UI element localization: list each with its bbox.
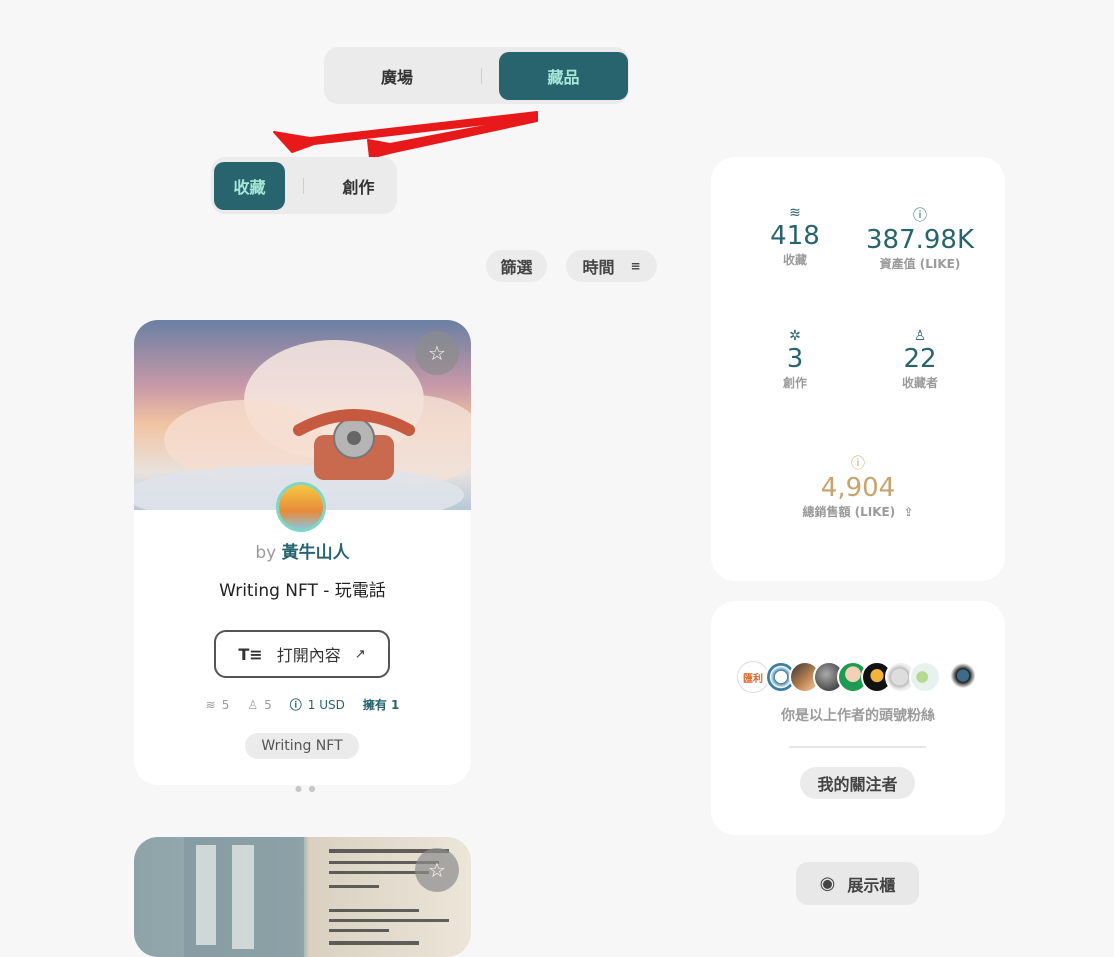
stat-total-sales[interactable]: ⓘ 4,904 總銷售額 (LIKE) ⇪ [778,453,938,520]
stats-panel: ≋ 418 收藏 ⓘ 387.98K 資產值 (LIKE) ✲ 3 創作 ♙ 2… [711,157,1005,581]
filter-button[interactable]: 篩選 [486,250,547,282]
favorite-button-2[interactable]: ☆ [415,848,459,892]
tab-collection[interactable]: 藏品 [499,51,628,100]
sparkle-icon: ✲ [789,328,801,344]
tab-plaza[interactable]: 廣場 [328,52,466,100]
tab-divider [303,177,304,194]
text-document-icon: T≡ [238,644,263,664]
price-icon: ⓘ [289,698,302,712]
avatar [947,661,979,693]
tab-divider [481,67,482,84]
open-content-label: 打開內容 [276,646,341,665]
layers-icon: ≋ [789,205,801,221]
nft-card-2[interactable]: ☆ [134,837,471,957]
total-sales-label-row: 總銷售額 (LIKE) ⇪ [778,503,938,520]
showcase-label: 展示櫃 [847,875,896,895]
main-tab-switcher: 廣場 藏品 [324,47,629,104]
author-line: by 黃牛山人 [134,538,471,563]
external-link-icon: ↗ [354,646,366,662]
layers-icon: ≋ [205,697,216,712]
open-content-button[interactable]: T≡ 打開內容 ↗ [214,630,390,678]
tab-created[interactable]: 創作 [323,162,394,210]
showcase-button[interactable]: ◉ 展示櫃 [796,862,919,905]
person-icon: ♙ [913,328,927,344]
like-coin-icon: ⓘ [851,456,865,472]
created-label: 創作 [782,376,807,390]
avatar [909,661,941,693]
collectors-count: 5 [264,697,272,712]
collections-count: 5 [221,697,230,712]
created-value: 3 [786,344,804,374]
author-name[interactable]: 黃牛山人 [282,543,350,563]
nft-card[interactable]: ☆ by 黃牛山人 Writing NFT - 玩電話 T≡ 打開內容 ↗ ≋ … [134,320,471,785]
nft-stats-row: ≋ 5 ♙ 5 ⓘ 1 USD 擁有 1 [134,696,471,713]
nft-tag[interactable]: Writing NFT [245,733,359,759]
collected-value: 418 [770,221,820,251]
sub-tab-switcher: 收藏 創作 [211,157,397,214]
sort-label: 時間 [582,258,615,277]
star-icon: ☆ [428,858,446,882]
tab-collected[interactable]: 收藏 [214,161,285,210]
price-value: 1 USD [307,697,345,712]
eye-icon: ◉ [819,873,836,894]
asset-value: 387.98K [865,225,975,255]
sort-button[interactable]: 時間 ≡ [566,250,657,282]
export-icon[interactable]: ⇪ [903,505,913,519]
collected-label: 收藏 [782,253,807,267]
nft-title: Writing NFT - 玩電話 [219,581,386,601]
sort-icon: ≡ [630,259,641,273]
my-followers-button[interactable]: 我的關注者 [800,767,915,799]
by-label: by [255,543,277,563]
followers-caption: 你是以上作者的頭號粉絲 [781,708,935,724]
panel-divider [789,746,926,748]
collectors-value: 22 [903,344,937,374]
person-icon: ♙ [247,697,259,712]
avatar-row[interactable]: 匯利 [737,661,987,693]
filter-label: 篩選 [500,258,533,277]
stat-collected[interactable]: ≋ 418 收藏 [751,205,839,268]
author-avatar[interactable] [276,482,326,532]
total-sales-value: 4,904 [820,473,896,503]
carousel-dots: ● ● [295,784,318,793]
stat-asset-value[interactable]: ⓘ 387.98K 資產值 (LIKE) [855,205,985,272]
star-icon: ☆ [428,341,446,365]
followers-panel: 匯利 你是以上作者的頭號粉絲 我的關注者 [711,601,1005,835]
avatar-badge-text: 匯利 [743,673,763,685]
favorite-button[interactable]: ☆ [415,331,459,375]
collectors-label: 收藏者 [901,376,938,390]
owned-count: 擁有 1 [362,698,400,712]
stat-created[interactable]: ✲ 3 創作 [751,328,839,391]
like-coin-icon: ⓘ [913,208,927,224]
stat-collectors[interactable]: ♙ 22 收藏者 [876,328,964,391]
asset-value-label: 資產值 (LIKE) [879,257,961,271]
total-sales-label: 總銷售額 (LIKE) [802,505,896,519]
